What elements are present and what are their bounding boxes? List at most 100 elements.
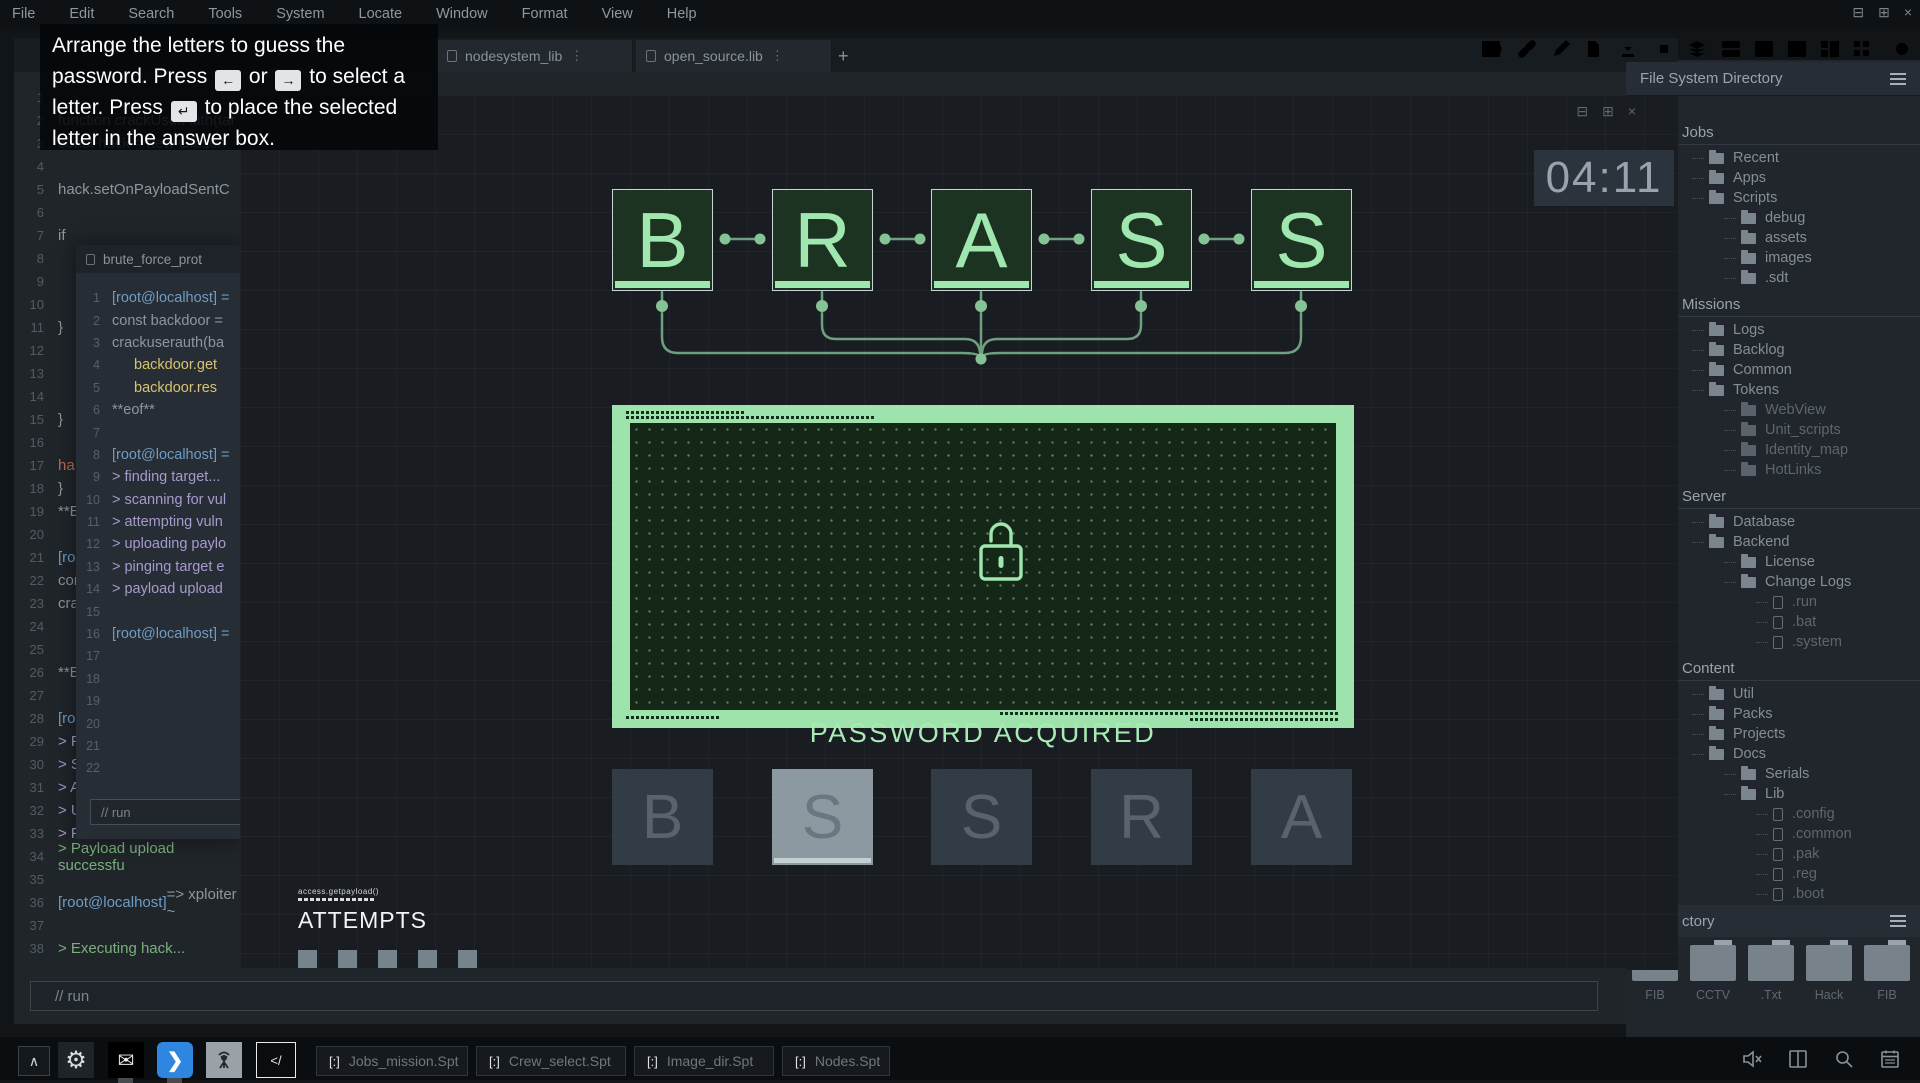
tree-item-label: Projects	[1733, 726, 1785, 742]
folder-item[interactable]: .Txt	[1745, 945, 1797, 1002]
line-number: 8	[76, 448, 100, 462]
file-icon	[1588, 41, 1599, 57]
settings-app-icon[interactable]: ⚙	[58, 1042, 94, 1078]
line-number: 24	[14, 619, 44, 634]
terminal-app-icon[interactable]: </	[256, 1042, 296, 1078]
taskbar-tab-image-dir[interactable]: [:] Image_dir.Spt	[634, 1046, 774, 1076]
tree-item-label: WebView	[1765, 402, 1826, 418]
tree-connector	[1756, 834, 1768, 835]
folder-item[interactable]: FIB	[1861, 945, 1913, 1002]
menu-item[interactable]: Tools	[208, 6, 242, 22]
line-number: 5	[76, 381, 100, 395]
taskbar-tab-crew-select[interactable]: [:] Crew_select.Spt	[476, 1046, 626, 1076]
run-command-input[interactable]: // run	[30, 981, 1598, 1011]
launcher-app-icon[interactable]: ❯	[157, 1042, 193, 1078]
tree-connector	[1692, 330, 1704, 331]
tile-letter: S	[961, 782, 1002, 853]
code-text: **eof**	[112, 402, 155, 418]
line-number: 10	[76, 493, 100, 507]
folder-icon	[1748, 945, 1794, 981]
panels-icon	[1821, 41, 1839, 57]
taskbar-tab-jobs-mission[interactable]: [:] Jobs_mission.Spt	[316, 1046, 468, 1076]
code-line: 7	[76, 421, 240, 443]
folder-icon	[1741, 465, 1756, 476]
attempt-slot	[298, 950, 317, 969]
line-number: 36	[14, 895, 44, 910]
code-text: > attempting vuln	[112, 514, 223, 530]
tab-menu-icon[interactable]: ⋮	[570, 48, 583, 64]
tree-connector	[1692, 350, 1704, 351]
menu-item[interactable]: Help	[667, 6, 697, 22]
tree-item-label: .pak	[1792, 846, 1819, 862]
folder-icon	[1709, 517, 1724, 528]
code-text: ha	[58, 457, 75, 474]
code-text: [root@localhost] =	[112, 290, 230, 306]
folder-item[interactable]: CCTV	[1687, 945, 1739, 1002]
tree-connector	[1756, 814, 1768, 815]
line-number: 21	[76, 739, 100, 753]
file-icon	[646, 50, 656, 62]
rows-icon	[1722, 41, 1740, 57]
instruction-tooltip: Arrange the letters to guess the passwor…	[40, 24, 438, 150]
tree-item-label: .boot	[1792, 886, 1824, 902]
tree-item-label: debug	[1765, 210, 1805, 226]
line-number: 14	[14, 389, 44, 404]
menu-item[interactable]: Window	[436, 6, 488, 22]
tree-connector	[1692, 390, 1704, 391]
tree-connector	[1724, 258, 1736, 259]
line-number: 11	[76, 515, 100, 529]
code-text: > pinging target e	[112, 559, 224, 575]
toolbar-icon-row[interactable]	[1482, 36, 1920, 62]
menu-item[interactable]: File	[12, 6, 35, 22]
volume-muted-icon[interactable]	[1740, 1047, 1764, 1071]
tree-connector	[1692, 370, 1704, 371]
popup-run-input[interactable]: // run	[90, 799, 240, 825]
line-number: 15	[76, 605, 100, 619]
tray-expand-button[interactable]: ∧	[18, 1046, 50, 1076]
letter-tile[interactable]: A	[1251, 769, 1352, 865]
menu-item[interactable]: Format	[522, 6, 568, 22]
taskbar-tab-label: Image_dir.Spt	[667, 1053, 753, 1069]
antenna-app-icon[interactable]	[206, 1042, 242, 1078]
code-text: backdoor.get	[112, 357, 217, 373]
popup-tab[interactable]: brute_force_prot	[76, 245, 240, 273]
close-icon[interactable]: ×	[1904, 4, 1912, 21]
split-view-icon[interactable]	[1786, 1047, 1810, 1071]
letter-tile[interactable]: S	[772, 769, 873, 865]
code-text: [root@localhost] =	[112, 447, 230, 463]
attempt-slots	[298, 950, 477, 969]
menu-item[interactable]: System	[276, 6, 324, 22]
folder-icon	[1709, 325, 1724, 336]
search-icon[interactable]	[1832, 1047, 1856, 1071]
maximize-icon[interactable]: ⊞	[1878, 4, 1890, 21]
calendar-icon[interactable]	[1878, 1047, 1902, 1071]
new-tab-button[interactable]: +	[838, 46, 849, 67]
hamburger-icon[interactable]	[1890, 920, 1906, 922]
file-icon	[86, 254, 95, 265]
tab-nodesystem-lib[interactable]: nodesystem_lib ⋮	[437, 40, 633, 72]
taskbar-tab-nodes[interactable]: [:] Nodes.Spt	[782, 1046, 890, 1076]
menu-item[interactable]: Search	[128, 6, 174, 22]
minimize-icon[interactable]: ⊟	[1852, 4, 1864, 21]
tab-open-source-lib[interactable]: open_source.lib ⋮	[636, 40, 832, 72]
folder-icon	[1741, 425, 1756, 436]
folder-icon	[1773, 636, 1783, 649]
menu-item[interactable]: Edit	[69, 6, 94, 22]
folder-icon	[1709, 193, 1724, 204]
code-line: 4	[14, 155, 244, 178]
letter-tile[interactable]: B	[612, 769, 713, 865]
tree-item-label: .reg	[1792, 866, 1817, 882]
folder-item[interactable]: Hack	[1803, 945, 1855, 1002]
letter-tile[interactable]: R	[1091, 769, 1192, 865]
folder-icon	[1709, 537, 1724, 548]
menu-item[interactable]: View	[602, 6, 633, 22]
folder-icon	[1741, 445, 1756, 456]
hamburger-icon[interactable]	[1890, 78, 1906, 80]
tab-menu-icon[interactable]: ⋮	[771, 48, 784, 64]
line-number: 17	[14, 458, 44, 473]
code-text: hack.setOnPayloadSentC	[58, 181, 230, 198]
mail-app-icon[interactable]: ✉	[108, 1042, 144, 1078]
letter-tile[interactable]: S	[931, 769, 1032, 865]
menu-item[interactable]: Locate	[359, 6, 403, 22]
line-number: 13	[14, 366, 44, 381]
